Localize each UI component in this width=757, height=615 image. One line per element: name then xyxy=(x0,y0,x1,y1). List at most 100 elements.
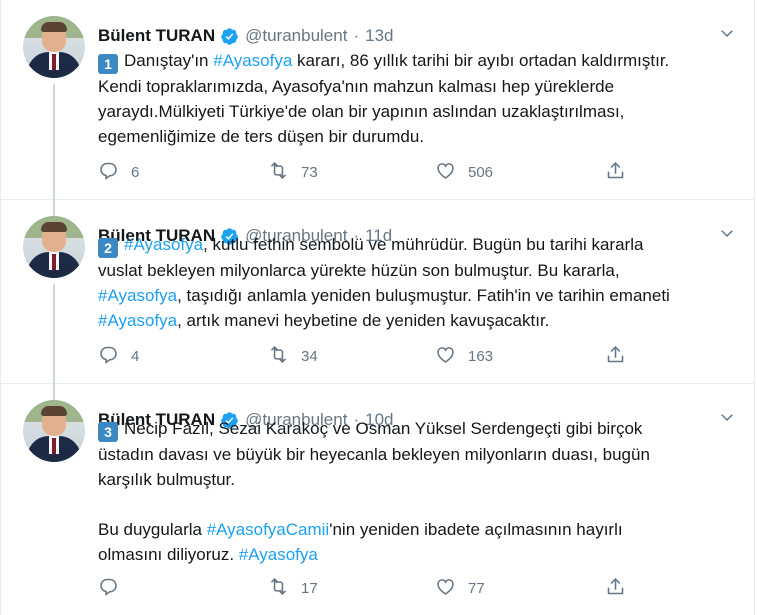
text-segment: vuslat bekleyen milyonlarca yürekte hüzü… xyxy=(98,261,620,280)
text-line: vuslat bekleyen milyonlarca yürekte hüzü… xyxy=(98,258,736,283)
tweet-actions: 6 73 506 xyxy=(98,160,626,185)
like-count: 77 xyxy=(468,580,485,597)
thread-connector-line xyxy=(53,284,55,400)
keycap-number-emoji: 2 xyxy=(98,238,118,258)
author-name[interactable]: Bülent TURAN xyxy=(98,26,215,46)
text-segment: , taşıdığı anlamla yeniden buluşmuştur. … xyxy=(177,286,670,305)
tweet-content: Bülent TURAN @turanbulent · 13d 1 Danıştay'ın… xyxy=(98,24,736,149)
thread-connector-line xyxy=(53,384,55,398)
tweet-timestamp[interactable]: 13d xyxy=(365,26,393,46)
chevron-down-icon[interactable] xyxy=(718,24,736,42)
hashtag-link[interactable]: #Ayasofya xyxy=(98,286,177,305)
reply-count: 6 xyxy=(131,164,140,181)
text-line: 2 #Ayasofya, kutlu fethin sembolü ve mühr… xyxy=(98,232,736,258)
text-line: üstadın davası ve büyük bir heyecanla be… xyxy=(98,442,736,467)
tweet-content: Bülent TURAN @turanbulent · 11d 2 #Ayasofya, … xyxy=(98,224,736,333)
avatar[interactable] xyxy=(23,16,85,78)
tweet-text: 3 Necip Fazıl, Sezai Karakoç ve Osman Yük… xyxy=(98,416,736,567)
tweet[interactable]: Bülent TURAN @turanbulent · 10d 3 Necip Fazıl… xyxy=(1,384,754,615)
like-count: 506 xyxy=(468,164,494,181)
reply-icon xyxy=(98,344,119,369)
retweet-count: 34 xyxy=(301,348,318,365)
share-icon xyxy=(605,160,626,185)
tweet-actions: 4 34 163 xyxy=(98,344,626,369)
text-line: 1 Danıştay'ın #Ayasofya kararı, 86 yıllık… xyxy=(98,48,736,74)
text-line xyxy=(98,492,736,517)
like-icon xyxy=(435,344,456,369)
text-segment: karşılık bulmuştur. xyxy=(98,470,235,489)
text-segment: Necip Fazıl, Sezai Karakoç ve Osman Yüks… xyxy=(124,419,643,438)
text-segment: kararı, 86 yıllık tarihi bir ayıbı ortad… xyxy=(292,51,670,70)
avatar[interactable] xyxy=(23,400,85,462)
avatar[interactable] xyxy=(23,216,85,278)
text-line: Bu duygularla #AyasofyaCamii'nin yeniden… xyxy=(98,517,736,542)
tweet-text: 2 #Ayasofya, kutlu fethin sembolü ve mühr… xyxy=(98,232,736,333)
text-line: #Ayasofya, taşıdığı anlamla yeniden bulu… xyxy=(98,283,736,308)
hashtag-link[interactable]: #AyasofyaCamii xyxy=(207,520,330,539)
separator-dot: · xyxy=(353,26,360,45)
retweet-icon xyxy=(268,576,289,601)
text-segment: , artık manevi heybetine de yeniden kavu… xyxy=(177,311,550,330)
hashtag-link[interactable]: #Ayasofya xyxy=(213,51,292,70)
retweet-count: 17 xyxy=(301,580,318,597)
hashtag-link[interactable]: #Ayasofya xyxy=(239,545,318,564)
reply-button[interactable] xyxy=(98,576,268,601)
text-segment: yaraydı.Mülkiyeti Türkiye'de olan bir ya… xyxy=(98,102,625,121)
retweet-icon xyxy=(268,344,289,369)
like-icon xyxy=(435,576,456,601)
text-segment: , kutlu fethin sembolü ve mührüdür. Bugü… xyxy=(203,235,644,254)
avatar-column xyxy=(23,16,85,78)
thread-connector-line xyxy=(53,200,55,214)
tweet-content: Bülent TURAN @turanbulent · 10d 3 Necip Fazıl… xyxy=(98,408,736,567)
text-segment: Bu duygularla xyxy=(98,520,207,539)
share-button[interactable] xyxy=(605,160,626,185)
reply-count: 4 xyxy=(131,348,140,365)
text-segment: Danıştay'ın xyxy=(124,51,214,70)
text-segment: Kendi topraklarımızda, Ayasofya'nın mahz… xyxy=(98,77,615,96)
text-line: Kendi topraklarımızda, Ayasofya'nın mahz… xyxy=(98,74,736,99)
text-segment: üstadın davası ve büyük bir heyecanla be… xyxy=(98,445,650,464)
text-line: 3 Necip Fazıl, Sezai Karakoç ve Osman Yük… xyxy=(98,416,736,442)
like-count: 163 xyxy=(468,348,494,365)
keycap-number-emoji: 3 xyxy=(98,422,118,442)
share-button[interactable] xyxy=(605,576,626,601)
thread-connector-line xyxy=(53,84,55,216)
text-line: yaraydı.Mülkiyeti Türkiye'de olan bir ya… xyxy=(98,99,736,124)
retweet-count: 73 xyxy=(301,164,318,181)
verified-icon xyxy=(220,27,239,46)
keycap-number-emoji: 1 xyxy=(98,54,118,74)
retweet-button[interactable]: 73 xyxy=(268,160,435,185)
hashtag-link[interactable]: #Ayasofya xyxy=(98,311,177,330)
reply-icon xyxy=(98,576,119,601)
share-button[interactable] xyxy=(605,344,626,369)
tweet-header: Bülent TURAN @turanbulent · 13d xyxy=(98,24,736,48)
chevron-down-icon[interactable] xyxy=(718,408,736,426)
tweet[interactable]: Bülent TURAN @turanbulent · 13d 1 Danıştay'ın… xyxy=(1,0,754,216)
text-segment: egemenliğimize de ters düşen bir durumdu… xyxy=(98,127,425,146)
tweet-actions: 17 77 xyxy=(98,576,626,601)
share-icon xyxy=(605,344,626,369)
author-handle[interactable]: @turanbulent xyxy=(245,26,347,46)
text-segment: 'nin yeniden ibadete açılmasının hayırlı xyxy=(329,520,623,539)
thread-container: Bülent TURAN @turanbulent · 13d 1 Danıştay'ın… xyxy=(0,0,755,615)
retweet-icon xyxy=(268,160,289,185)
like-button[interactable]: 77 xyxy=(435,576,605,601)
share-icon xyxy=(605,576,626,601)
reply-button[interactable]: 6 xyxy=(98,160,268,185)
retweet-button[interactable]: 17 xyxy=(268,576,435,601)
reply-button[interactable]: 4 xyxy=(98,344,268,369)
hashtag-link[interactable]: #Ayasofya xyxy=(124,235,203,254)
like-button[interactable]: 163 xyxy=(435,344,605,369)
tweet[interactable]: Bülent TURAN @turanbulent · 11d 2 #Ayasofya, … xyxy=(1,200,754,400)
text-line: olmasını diliyoruz. #Ayasofya xyxy=(98,542,736,567)
avatar-column xyxy=(23,400,85,462)
text-line: karşılık bulmuştur. xyxy=(98,467,736,492)
text-line: #Ayasofya, artık manevi heybetine de yen… xyxy=(98,308,736,333)
retweet-button[interactable]: 34 xyxy=(268,344,435,369)
tweet-text: 1 Danıştay'ın #Ayasofya kararı, 86 yıllık… xyxy=(98,48,736,149)
chevron-down-icon[interactable] xyxy=(718,224,736,242)
reply-icon xyxy=(98,160,119,185)
like-button[interactable]: 506 xyxy=(435,160,605,185)
like-icon xyxy=(435,160,456,185)
text-line: egemenliğimize de ters düşen bir durumdu… xyxy=(98,124,736,149)
